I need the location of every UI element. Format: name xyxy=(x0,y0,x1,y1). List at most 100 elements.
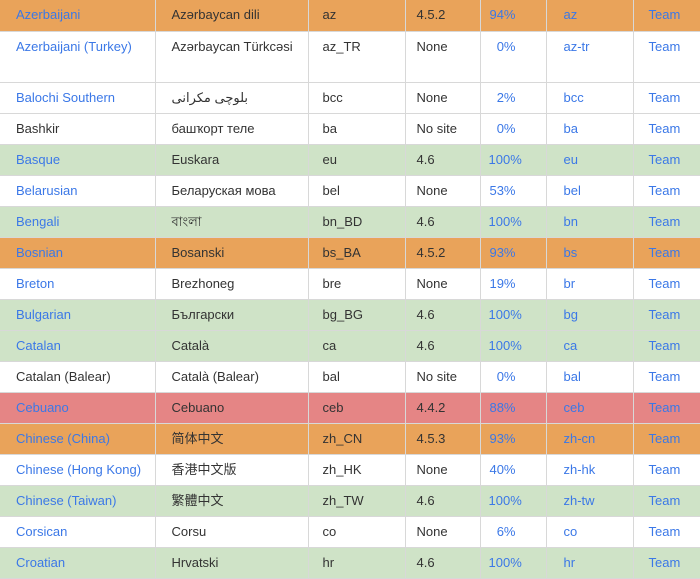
translation-percent[interactable]: 100% xyxy=(489,493,522,508)
translation-percent[interactable]: 19% xyxy=(489,276,515,291)
team-link[interactable]: Team xyxy=(649,7,681,22)
translation-percent[interactable]: 53% xyxy=(489,183,515,198)
locale-slug-link-cell: hr xyxy=(546,547,634,579)
translation-percent[interactable]: 0% xyxy=(497,121,516,136)
locale-slug-link[interactable]: zh-hk xyxy=(564,462,596,477)
language-name[interactable]: Bulgarian xyxy=(16,307,71,322)
language-name[interactable]: Croatian xyxy=(16,555,65,570)
wp-version: 4.6 xyxy=(416,337,435,353)
team-link[interactable]: Team xyxy=(649,338,681,353)
team-link[interactable]: Team xyxy=(649,400,681,415)
translation-percent[interactable]: 93% xyxy=(489,245,515,260)
team-link[interactable]: Team xyxy=(649,555,681,570)
wp-version-cell: 4.5.3 xyxy=(405,423,481,455)
locale-slug-link[interactable]: bel xyxy=(564,183,581,198)
language-name[interactable]: Balochi Southern xyxy=(16,90,115,105)
team-link[interactable]: Team xyxy=(649,152,681,167)
locale-code-cell: az_TR xyxy=(308,31,406,83)
locale-slug-link[interactable]: bg xyxy=(564,307,578,322)
translation-percent-cell: 0% xyxy=(480,31,547,83)
language-name[interactable]: Belarusian xyxy=(16,183,77,198)
translation-percent[interactable]: 0% xyxy=(497,369,516,384)
translation-percent[interactable]: 100% xyxy=(489,555,522,570)
locale-slug-link-cell: zh-cn xyxy=(546,423,634,455)
language-name[interactable]: Catalan xyxy=(16,338,61,353)
wp-version-cell: 4.5.2 xyxy=(405,237,481,269)
native-name-cell: Български xyxy=(155,299,309,331)
locale-slug-link[interactable]: br xyxy=(564,276,576,291)
language-name-cell: Bulgarian xyxy=(0,299,156,331)
team-link[interactable]: Team xyxy=(649,214,681,229)
team-link[interactable]: Team xyxy=(649,90,681,105)
team-link[interactable]: Team xyxy=(649,462,681,477)
locale-code-cell: bn_BD xyxy=(308,206,406,238)
translation-percent[interactable]: 100% xyxy=(489,152,522,167)
native-name: Euskara xyxy=(171,151,220,167)
translation-percent[interactable]: 100% xyxy=(489,338,522,353)
wp-version: No site xyxy=(416,120,457,136)
translation-percent[interactable]: 2% xyxy=(497,90,516,105)
team-link-cell: Team xyxy=(633,175,700,207)
locale-slug-link-cell: zh-hk xyxy=(546,454,634,486)
team-link[interactable]: Team xyxy=(649,121,681,136)
language-name[interactable]: Azerbaijani xyxy=(16,7,80,22)
wp-version: 4.5.2 xyxy=(416,7,446,22)
language-name[interactable]: Basque xyxy=(16,152,60,167)
team-link[interactable]: Team xyxy=(649,431,681,446)
locale-slug-link[interactable]: zh-tw xyxy=(564,493,595,508)
language-name[interactable]: Cebuano xyxy=(16,400,69,415)
team-link[interactable]: Team xyxy=(649,493,681,508)
language-name[interactable]: Chinese (China) xyxy=(16,431,110,446)
locale-row: Balochi Southern بلوچی مکرانی bcc None 2% bcc… xyxy=(0,82,700,114)
locale-slug-link[interactable]: bn xyxy=(564,214,578,229)
locale-slug-link[interactable]: bal xyxy=(564,369,581,384)
translation-percent[interactable]: 40% xyxy=(489,462,515,477)
locale-slug-link[interactable]: ceb xyxy=(564,400,585,415)
locale-slug-link[interactable]: az xyxy=(564,7,578,22)
team-link[interactable]: Team xyxy=(649,245,681,260)
translation-percent-cell: 100% xyxy=(480,547,547,579)
native-name-cell: Bosanski xyxy=(155,237,309,269)
language-name[interactable]: Chinese (Taiwan) xyxy=(16,493,116,508)
translation-percent[interactable]: 94% xyxy=(489,7,515,22)
translation-percent[interactable]: 88% xyxy=(489,400,515,415)
language-name[interactable]: Breton xyxy=(16,276,54,291)
locale-slug-link[interactable]: co xyxy=(564,524,578,539)
locale-code: ca xyxy=(322,337,337,353)
native-name-cell: بلوچی مکرانی xyxy=(155,82,309,114)
locale-slug-link[interactable]: eu xyxy=(564,152,578,167)
locale-slug-link[interactable]: ca xyxy=(564,338,578,353)
team-link-cell: Team xyxy=(633,423,700,455)
locale-slug-link[interactable]: hr xyxy=(564,555,576,570)
team-link-cell: Team xyxy=(633,0,700,32)
locale-slug-link[interactable]: zh-cn xyxy=(564,431,596,446)
translation-percent[interactable]: 93% xyxy=(489,431,515,446)
native-name-cell: Català (Balear) xyxy=(155,361,309,393)
language-name-cell: Chinese (China) xyxy=(0,423,156,455)
translation-percent-cell: 93% xyxy=(480,237,547,269)
team-link[interactable]: Team xyxy=(649,276,681,291)
locale-slug-link[interactable]: bs xyxy=(564,245,578,260)
language-name[interactable]: Chinese (Hong Kong) xyxy=(16,462,141,477)
team-link[interactable]: Team xyxy=(649,39,681,54)
team-link[interactable]: Team xyxy=(649,307,681,322)
locale-slug-link[interactable]: ba xyxy=(564,121,578,136)
language-name[interactable]: Bosnian xyxy=(16,245,63,260)
locale-code: zh_CN xyxy=(322,430,363,446)
language-name[interactable]: Azerbaijani (Turkey) xyxy=(16,39,132,54)
translation-percent[interactable]: 6% xyxy=(497,524,516,539)
language-name[interactable]: Bengali xyxy=(16,214,59,229)
translation-percent[interactable]: 0% xyxy=(497,39,516,54)
locale-code: hr xyxy=(322,554,335,570)
team-link[interactable]: Team xyxy=(649,369,681,384)
team-link[interactable]: Team xyxy=(649,524,681,539)
locale-slug-link[interactable]: bcc xyxy=(564,90,584,105)
translation-percent[interactable]: 100% xyxy=(489,214,522,229)
native-name: Català (Balear) xyxy=(171,368,259,384)
wp-version: 4.6 xyxy=(416,554,435,570)
wp-version: None xyxy=(416,275,448,291)
team-link[interactable]: Team xyxy=(649,183,681,198)
translation-percent[interactable]: 100% xyxy=(489,307,522,322)
locale-slug-link[interactable]: az-tr xyxy=(564,39,590,54)
language-name[interactable]: Corsican xyxy=(16,524,67,539)
